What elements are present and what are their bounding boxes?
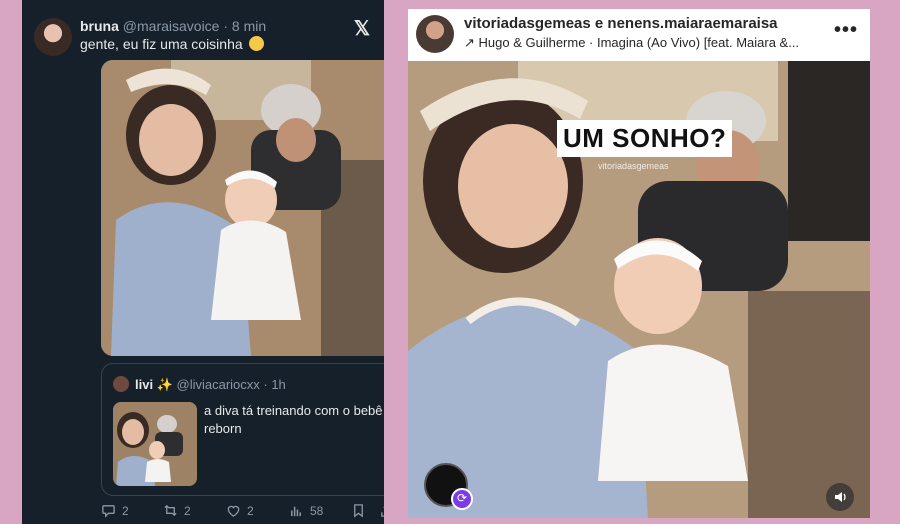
retweet-icon bbox=[164, 504, 177, 517]
reply-button[interactable]: 2 bbox=[101, 503, 129, 518]
retweet-count: 2 bbox=[184, 503, 191, 518]
share-icon bbox=[381, 506, 384, 517]
speaker-icon bbox=[835, 492, 846, 502]
x-logo-icon: 𝕏 bbox=[353, 18, 370, 40]
heart-icon bbox=[227, 505, 240, 517]
tweet-author: bruna @maraisavoice · 8 min bbox=[80, 18, 266, 34]
quote-avatar[interactable] bbox=[113, 376, 129, 392]
pleading-face-emoji-icon bbox=[248, 36, 264, 51]
story-avatar[interactable] bbox=[416, 15, 454, 53]
tweet-card: bruna @maraisavoice · 8 min 𝕏 gente, eu … bbox=[22, 0, 384, 524]
story-text-sticker: UM SONHO? bbox=[557, 120, 733, 157]
quote-thumbnail-illustration bbox=[113, 402, 197, 486]
tweet-actions: 2 2 2 58 bbox=[101, 503, 384, 521]
story-username[interactable]: vitoriadasgemeas e nenens.maiaraemaraisa bbox=[464, 15, 778, 32]
reply-icon bbox=[102, 505, 115, 518]
watermark: vitoriadasgemeas bbox=[598, 161, 669, 171]
retweet-button[interactable]: 2 bbox=[163, 503, 191, 518]
quote-author: livi ✨ @liviacariocxx · 1h bbox=[135, 377, 286, 393]
quote-author-name[interactable]: livi ✨ bbox=[135, 377, 173, 392]
tweet-text-body: gente, eu fiz uma coisinha bbox=[80, 36, 243, 52]
quote-text: a diva tá treinando com o bebê reborn bbox=[204, 403, 383, 436]
like-count: 2 bbox=[247, 503, 254, 518]
views-count: 58 bbox=[310, 503, 324, 518]
quote-author-handle-time: @liviacariocxx · 1h bbox=[176, 377, 286, 392]
views-button[interactable]: 58 bbox=[289, 503, 323, 518]
reply-count: 2 bbox=[122, 503, 129, 518]
bookmark-button[interactable] bbox=[351, 503, 366, 518]
story-header: vitoriadasgemeas e nenens.maiaraemaraisa… bbox=[408, 9, 870, 61]
views-chart-icon bbox=[291, 506, 301, 517]
quote-thumbnail[interactable] bbox=[113, 402, 197, 486]
photo-illustration bbox=[101, 60, 384, 356]
like-button[interactable]: 2 bbox=[226, 503, 254, 518]
tweet-photo[interactable] bbox=[101, 60, 384, 356]
story-music[interactable]: ↗ Hugo & Guilherme · Imagina (Ao Vivo) [… bbox=[464, 35, 824, 51]
bookmark-icon bbox=[354, 504, 363, 518]
reshare-icon[interactable]: ⟳ bbox=[451, 488, 473, 510]
tweet-text: gente, eu fiz uma coisinha bbox=[80, 36, 264, 52]
sound-toggle-button[interactable] bbox=[826, 483, 854, 511]
quoted-tweet[interactable]: livi ✨ @liviacariocxx · 1h a diva tá tre… bbox=[101, 363, 384, 496]
author-handle-time: @maraisavoice · 8 min bbox=[122, 18, 267, 34]
avatar[interactable] bbox=[34, 18, 72, 56]
story-photo[interactable]: UM SONHO? vitoriadasgemeas ⟳ bbox=[408, 61, 870, 518]
more-options-icon[interactable]: ••• bbox=[834, 19, 858, 42]
story-card: vitoriadasgemeas e nenens.maiaraemaraisa… bbox=[408, 9, 870, 518]
author-name[interactable]: bruna bbox=[80, 18, 119, 34]
share-button[interactable] bbox=[379, 503, 384, 518]
